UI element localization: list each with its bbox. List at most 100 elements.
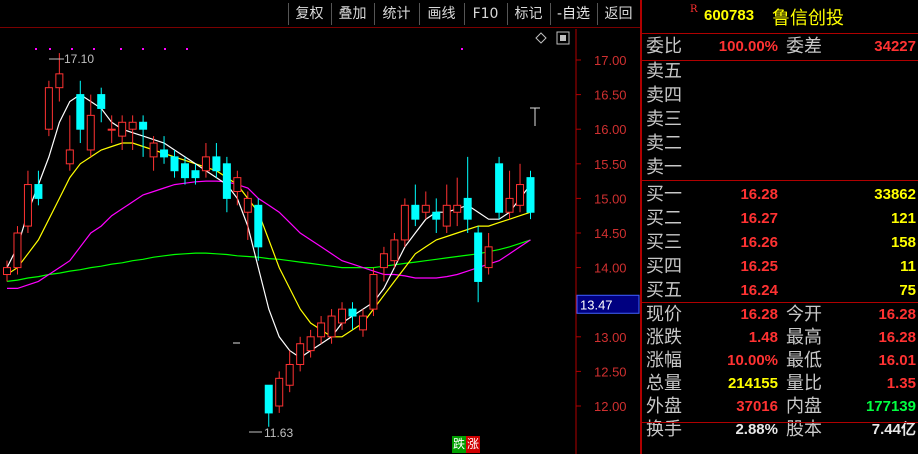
weicha-value: 34227 — [874, 38, 916, 55]
stat-value: 16.28 — [878, 306, 916, 323]
buy-level-volume: 11 — [900, 258, 916, 275]
candle-body-down — [411, 204, 420, 220]
limit-badge: 跌 涨 — [452, 436, 481, 453]
candle-body-down — [139, 121, 148, 130]
quote-stat-row[interactable]: 总量 214155 量比 1.35 — [642, 372, 918, 395]
buy-level-price: 16.26 — [740, 234, 778, 251]
signal-marker — [186, 48, 188, 50]
candle-body-down — [463, 197, 472, 220]
remove-watchlist-button[interactable]: -自选 — [550, 3, 596, 25]
buy-level-price: 16.28 — [740, 186, 778, 203]
limit-down-badge: 跌 — [452, 436, 467, 453]
buy-level-row[interactable]: 买三 16.26 158 — [642, 231, 918, 254]
buy-level-row[interactable]: 买五 16.24 75 — [642, 279, 918, 302]
sell-level-label: 卖二 — [646, 133, 682, 154]
stock-name[interactable]: 鲁信创投 — [772, 4, 844, 30]
quote-stat-row[interactable]: 涨跌 1.48 最高 16.28 — [642, 326, 918, 349]
candle-body-up — [65, 149, 74, 165]
candle-body-up — [118, 121, 127, 137]
candle-body-up — [201, 156, 210, 172]
candle-body-up — [484, 246, 493, 269]
candle-body-up — [23, 184, 32, 227]
f10-button[interactable]: F10 — [464, 3, 506, 25]
candle-body-up — [285, 363, 294, 386]
sell-level-row[interactable]: 卖二 — [642, 132, 918, 155]
buy-level-row[interactable]: 买二 16.27 121 — [642, 207, 918, 230]
statistics-button[interactable]: 统计 — [374, 3, 418, 25]
signal-marker — [71, 48, 73, 50]
candle-body-up — [516, 184, 525, 206]
candle-body-down — [76, 94, 85, 130]
draw-line-button[interactable]: 画线 — [419, 3, 463, 25]
separator — [642, 422, 918, 423]
candle-body-up — [44, 87, 53, 130]
candle-body-down — [191, 170, 200, 179]
back-button[interactable]: 返回 — [597, 3, 639, 25]
weibi-label: 委比 — [646, 36, 682, 57]
stat-value: 10.00% — [727, 352, 778, 369]
buy-level-price: 16.27 — [740, 210, 778, 227]
candle-body-down — [160, 149, 169, 158]
stock-code[interactable]: 600783 — [704, 7, 754, 24]
candle-body-down — [432, 211, 441, 220]
sell-level-row[interactable]: 卖五 — [642, 60, 918, 83]
candle-body-up — [442, 204, 451, 227]
candle-body-up — [13, 232, 22, 269]
candle-body-up — [306, 336, 315, 352]
candle-body-up — [243, 197, 252, 213]
candle-body-up — [369, 274, 378, 310]
sell-level-row[interactable]: 卖一 — [642, 156, 918, 179]
overlay-button[interactable]: 叠加 — [331, 3, 373, 25]
signal-marker — [120, 48, 122, 50]
candle-body-down — [495, 163, 504, 213]
candle-body-up — [327, 315, 336, 338]
signal-marker — [93, 48, 95, 50]
stat-label: 内盘 — [786, 396, 822, 417]
quote-stat-row[interactable]: 现价 16.28 今开 16.28 — [642, 303, 918, 326]
buy-level-label: 买一 — [646, 184, 682, 205]
kline-chart-area[interactable]: 17.00 16.50 16.00 15.50 15.00 14.50 14.00 13.00… — [0, 29, 640, 454]
candle-body-down — [34, 184, 43, 199]
candle-body-up — [453, 204, 462, 213]
candle-body-up — [317, 322, 326, 338]
fuquan-button[interactable]: 复权 — [288, 3, 330, 25]
quote-stat-row[interactable]: 外盘 37016 内盘 177139 — [642, 395, 918, 418]
stat-value: 37016 — [736, 398, 778, 415]
diamond-icon[interactable] — [535, 32, 547, 44]
stat-value: 16.28 — [878, 329, 916, 346]
candle-body-up — [86, 114, 95, 151]
stat-label: 量比 — [786, 373, 822, 394]
price-tick-label: 16.00 — [594, 122, 627, 137]
sell-level-label: 卖三 — [646, 109, 682, 130]
mark-button[interactable]: 标记 — [507, 3, 549, 25]
candle-body-up — [107, 128, 116, 131]
buy-level-volume: 33862 — [874, 186, 916, 203]
buy-level-volume: 121 — [890, 210, 916, 227]
quote-stat-row[interactable]: 涨幅 10.00% 最低 16.01 — [642, 349, 918, 372]
buy-level-label: 买五 — [646, 280, 682, 301]
sell-level-row[interactable]: 卖三 — [642, 108, 918, 131]
stat-label: 最低 — [786, 350, 822, 371]
buy-level-row[interactable]: 买一 16.28 33862 — [642, 183, 918, 206]
candle-body-up — [379, 253, 388, 269]
buy-level-row[interactable]: 买四 16.25 11 — [642, 255, 918, 278]
candle-body-down — [212, 156, 221, 172]
limit-up-badge: 涨 — [466, 436, 481, 453]
stat-value: 214155 — [727, 375, 778, 392]
price-tick-label: 12.00 — [594, 399, 627, 414]
sell-level-row[interactable]: 卖四 — [642, 84, 918, 107]
separator — [642, 180, 918, 181]
low-price-label: 11.63 — [264, 426, 293, 440]
settings-box-icon[interactable] — [556, 31, 570, 45]
stat-value: 16.28 — [740, 306, 778, 323]
candle-body-up — [338, 308, 347, 324]
signal-marker — [142, 48, 144, 50]
kline-chart[interactable]: 17.00 16.50 16.00 15.50 15.00 14.50 14.00 13.00… — [0, 29, 640, 454]
stat-label: 涨幅 — [646, 350, 682, 371]
price-tick-label: 16.50 — [594, 88, 627, 103]
stat-label: 总量 — [646, 373, 682, 394]
candle-body-up — [3, 267, 11, 276]
candle-body-down — [474, 232, 483, 282]
candle-body-down — [170, 156, 179, 172]
buy-level-volume: 75 — [899, 282, 916, 299]
